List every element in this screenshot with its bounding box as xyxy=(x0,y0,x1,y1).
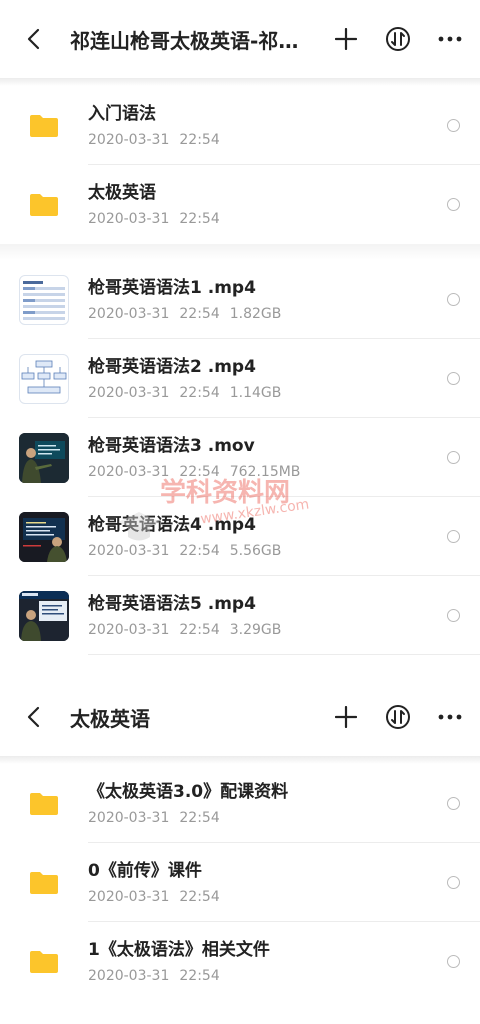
add-button[interactable] xyxy=(330,23,362,55)
folder-row[interactable]: 0《前传》课件 2020-03-31 22:54 xyxy=(0,843,480,922)
file-size: 3.29GB xyxy=(229,621,282,638)
file-name: 枪哥英语语法1 .mp4 xyxy=(88,277,256,298)
file-date: 2020-03-31 xyxy=(88,621,170,638)
file-size: 5.56GB xyxy=(229,542,282,559)
more-button[interactable] xyxy=(434,701,466,733)
more-button[interactable] xyxy=(434,23,466,55)
file-name: 枪哥英语语法3 .mov xyxy=(88,435,255,456)
folder-time: 22:54 xyxy=(179,809,220,826)
folder-icon xyxy=(30,871,58,894)
back-button[interactable] xyxy=(0,678,70,756)
folder-row[interactable]: 太极英语 2020-03-31 22:54 xyxy=(0,165,480,244)
file-date: 2020-03-31 xyxy=(88,384,170,401)
chevron-left-icon xyxy=(27,28,40,50)
select-radio[interactable] xyxy=(447,119,460,132)
divider xyxy=(88,654,480,655)
folder-row[interactable]: 1《太极语法》相关文件 2020-03-31 22:54 xyxy=(0,922,480,1001)
more-dots-icon xyxy=(438,714,462,720)
folder-date: 2020-03-31 xyxy=(88,809,170,826)
folder-icon xyxy=(30,950,58,973)
folder-name: 1《太极语法》相关文件 xyxy=(88,939,270,960)
page-title: 太极英语 xyxy=(70,706,150,731)
diagram-thumbnail xyxy=(19,353,69,404)
file-time: 22:54 xyxy=(179,621,220,638)
folder-row[interactable]: 入门语法 2020-03-31 22:54 xyxy=(0,86,480,165)
add-button[interactable] xyxy=(330,701,362,733)
select-radio[interactable] xyxy=(447,198,460,211)
sort-arrows-icon xyxy=(386,705,410,729)
folder-icon xyxy=(30,114,58,137)
sort-button[interactable] xyxy=(382,23,414,55)
sort-button[interactable] xyxy=(382,701,414,733)
folder-icon xyxy=(30,193,58,216)
file-time: 22:54 xyxy=(179,384,220,401)
select-radio[interactable] xyxy=(447,955,460,968)
file-row[interactable]: 枪哥英语语法1 .mp4 2020-03-31 22:54 1.82GB xyxy=(0,260,480,339)
folder-time: 22:54 xyxy=(179,967,220,984)
page-title: 祁连山枪哥太极英语-祁连山 xyxy=(70,28,312,53)
plus-icon xyxy=(335,28,357,50)
file-size: 762.15MB xyxy=(229,463,301,480)
folder-time: 22:54 xyxy=(179,131,220,148)
back-button[interactable] xyxy=(0,0,70,78)
header-shadow xyxy=(0,756,480,764)
top-bar: 太极英语 xyxy=(0,678,480,756)
folder-icon xyxy=(30,792,58,815)
file-size: 1.14GB xyxy=(229,384,282,401)
plus-icon xyxy=(335,706,357,728)
select-radio[interactable] xyxy=(447,293,460,306)
file-time: 22:54 xyxy=(179,463,220,480)
file-name: 枪哥英语语法2 .mp4 xyxy=(88,356,256,377)
video-thumbnail xyxy=(19,511,69,562)
folder-date: 2020-03-31 xyxy=(88,210,170,227)
file-date: 2020-03-31 xyxy=(88,542,170,559)
folder-date: 2020-03-31 xyxy=(88,888,170,905)
file-browser-screen-1: 祁连山枪哥太极英语-祁连山 入门语法 2020-03-31 22:54 太极英语 … xyxy=(0,0,480,678)
top-bar: 祁连山枪哥太极英语-祁连山 xyxy=(0,0,480,78)
section-gap xyxy=(0,244,480,260)
more-dots-icon xyxy=(438,36,462,42)
file-name: 枪哥英语语法4 .mp4 xyxy=(88,514,256,535)
folder-name: 太极英语 xyxy=(88,182,156,203)
folder-name: 0《前传》课件 xyxy=(88,860,202,881)
file-time: 22:54 xyxy=(179,542,220,559)
header-shadow xyxy=(0,78,480,86)
select-radio[interactable] xyxy=(447,372,460,385)
select-radio[interactable] xyxy=(447,797,460,810)
sort-arrows-icon xyxy=(386,27,410,51)
folder-name: 《太极英语3.0》配课资料 xyxy=(88,781,289,802)
folder-date: 2020-03-31 xyxy=(88,131,170,148)
select-radio[interactable] xyxy=(447,609,460,622)
file-row[interactable]: 枪哥英语语法4 .mp4 2020-03-31 22:54 5.56GB xyxy=(0,497,480,576)
file-date: 2020-03-31 xyxy=(88,463,170,480)
folder-time: 22:54 xyxy=(179,210,220,227)
select-radio[interactable] xyxy=(447,530,460,543)
file-browser-screen-2: 太极英语 《太极英语3.0》配课资料 2020-03-31 22:54 0《前传》… xyxy=(0,678,480,1024)
select-radio[interactable] xyxy=(447,451,460,464)
folder-name: 入门语法 xyxy=(88,103,156,124)
file-date: 2020-03-31 xyxy=(88,305,170,322)
select-radio[interactable] xyxy=(447,876,460,889)
file-size: 1.82GB xyxy=(229,305,282,322)
file-row[interactable]: 枪哥英语语法3 .mov 2020-03-31 22:54 762.15MB xyxy=(0,418,480,497)
folder-time: 22:54 xyxy=(179,888,220,905)
file-name: 枪哥英语语法5 .mp4 xyxy=(88,593,256,614)
file-row[interactable]: 枪哥英语语法2 .mp4 2020-03-31 22:54 1.14GB xyxy=(0,339,480,418)
folder-row[interactable]: 《太极英语3.0》配课资料 2020-03-31 22:54 xyxy=(0,764,480,843)
video-thumbnail xyxy=(19,590,69,641)
spreadsheet-thumbnail xyxy=(19,274,69,325)
file-row[interactable]: 枪哥英语语法5 .mp4 2020-03-31 22:54 3.29GB xyxy=(0,576,480,655)
folder-date: 2020-03-31 xyxy=(88,967,170,984)
chevron-left-icon xyxy=(27,706,40,728)
video-thumbnail xyxy=(19,432,69,483)
file-time: 22:54 xyxy=(179,305,220,322)
